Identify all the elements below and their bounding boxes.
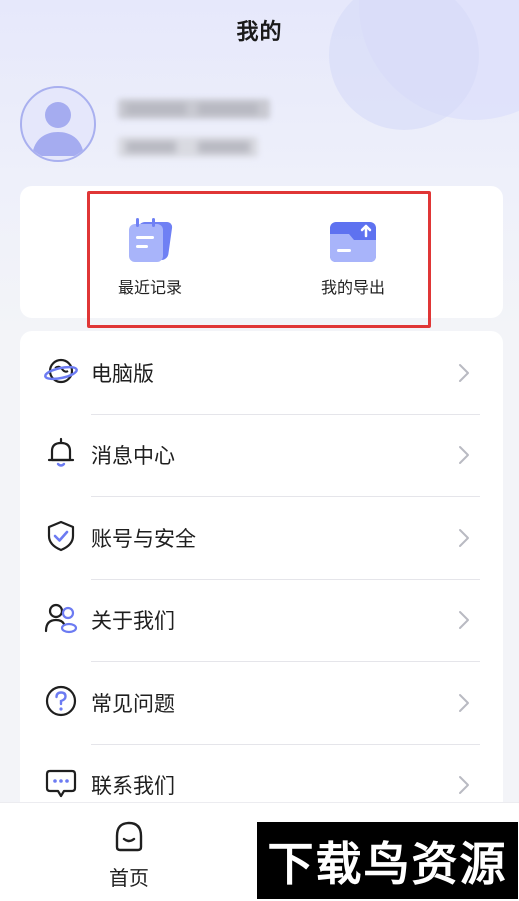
blurred-phone-number [118, 137, 258, 157]
menu-label: 常见问题 [91, 692, 175, 716]
tab-home[interactable]: 首页 [79, 818, 179, 891]
blurred-username [118, 99, 270, 119]
menu-label: 消息中心 [91, 444, 175, 468]
chevron-right-icon [459, 364, 469, 382]
menu-item-desktop-version[interactable]: 电脑版 [20, 332, 503, 415]
chevron-right-icon [459, 529, 469, 547]
watermark-overlay: 下载鸟资源 [257, 822, 518, 899]
chevron-right-icon [459, 776, 469, 794]
question-icon [45, 685, 77, 717]
avatar[interactable] [20, 86, 96, 162]
menu-item-faq[interactable]: 常见问题 [20, 662, 503, 745]
menu-label: 电脑版 [91, 362, 154, 386]
home-face-icon [115, 821, 143, 852]
page-title: 我的 [236, 20, 283, 45]
chevron-right-icon [459, 694, 469, 712]
people-icon [44, 603, 78, 634]
chevron-right-icon [459, 446, 469, 464]
tab-label: 首页 [109, 866, 149, 890]
shield-check-icon [47, 520, 75, 552]
menu-label: 关于我们 [91, 609, 175, 633]
user-avatar-icon [32, 102, 84, 156]
menu-item-message-center[interactable]: 消息中心 [20, 414, 503, 497]
chevron-right-icon [459, 611, 469, 629]
menu-item-about-us[interactable]: 关于我们 [20, 579, 503, 662]
chat-bubble-icon [45, 769, 77, 798]
desktop-planet-icon [44, 358, 78, 384]
menu-item-account-security[interactable]: 账号与安全 [20, 497, 503, 580]
highlight-box [87, 191, 431, 328]
menu-label: 账号与安全 [91, 527, 196, 551]
menu-label: 联系我们 [91, 774, 175, 798]
bell-icon [47, 437, 75, 467]
